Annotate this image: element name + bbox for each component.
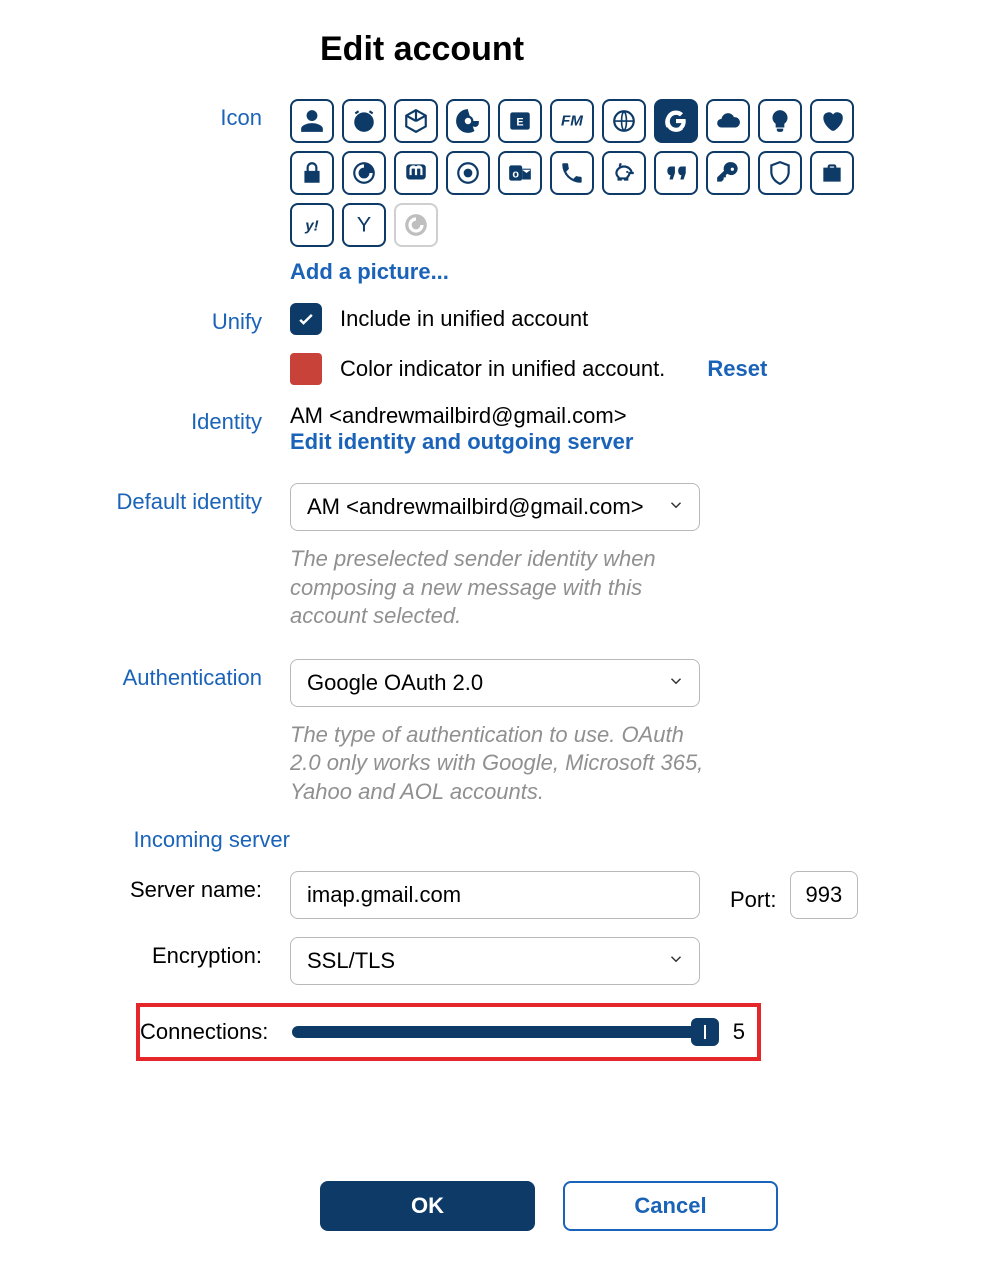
gamma-icon[interactable]: Y bbox=[342, 203, 386, 247]
color-indicator-label: Color indicator in unified account. bbox=[340, 356, 665, 382]
mastodon-icon[interactable] bbox=[394, 151, 438, 195]
color-indicator-swatch[interactable] bbox=[290, 353, 322, 385]
chevron-down-icon bbox=[667, 494, 685, 520]
connections-row-highlight: Connections: 5 bbox=[136, 1003, 761, 1061]
piggy-icon[interactable] bbox=[602, 151, 646, 195]
server-name-input[interactable] bbox=[290, 871, 700, 919]
svg-text:FM: FM bbox=[561, 112, 583, 129]
circle-icon[interactable] bbox=[394, 203, 438, 247]
edit-identity-link[interactable]: Edit identity and outgoing server bbox=[290, 429, 633, 454]
icon-grid: E FM o y! Y bbox=[290, 99, 870, 247]
globe-icon[interactable] bbox=[602, 99, 646, 143]
encryption-label: Encryption: bbox=[40, 937, 290, 969]
person-icon[interactable] bbox=[290, 99, 334, 143]
fastmail-icon[interactable]: FM bbox=[550, 99, 594, 143]
eye-icon[interactable] bbox=[446, 151, 490, 195]
svg-text:E: E bbox=[516, 116, 523, 128]
connections-label: Connections: bbox=[140, 1019, 292, 1045]
at-icon[interactable] bbox=[446, 99, 490, 143]
ok-button[interactable]: OK bbox=[320, 1181, 535, 1231]
reset-color-link[interactable]: Reset bbox=[707, 356, 767, 382]
connections-value: 5 bbox=[733, 1019, 745, 1045]
port-input[interactable] bbox=[790, 871, 858, 919]
cancel-button[interactable]: Cancel bbox=[563, 1181, 778, 1231]
add-picture-link[interactable]: Add a picture... bbox=[290, 259, 449, 284]
exchange-icon[interactable]: E bbox=[498, 99, 542, 143]
icon-label: Icon bbox=[40, 99, 290, 131]
default-identity-value: AM <andrewmailbird@gmail.com> bbox=[307, 494, 644, 519]
authentication-helper: The type of authentication to use. OAuth… bbox=[290, 721, 720, 807]
default-identity-select[interactable]: AM <andrewmailbird@gmail.com> bbox=[290, 483, 700, 531]
dialog-title: Edit account bbox=[320, 30, 956, 69]
default-identity-label: Default identity bbox=[40, 483, 290, 515]
encryption-value: SSL/TLS bbox=[307, 948, 395, 973]
default-identity-helper: The preselected sender identity when com… bbox=[290, 545, 720, 631]
spiral-icon[interactable] bbox=[342, 151, 386, 195]
yahoo-icon[interactable]: y! bbox=[290, 203, 334, 247]
authentication-value: Google OAuth 2.0 bbox=[307, 670, 483, 695]
google-icon[interactable] bbox=[654, 99, 698, 143]
lock-icon[interactable] bbox=[290, 151, 334, 195]
cube-icon[interactable] bbox=[394, 99, 438, 143]
unify-label: Unify bbox=[40, 303, 290, 335]
authentication-label: Authentication bbox=[40, 659, 290, 691]
include-unified-label: Include in unified account bbox=[340, 306, 588, 332]
phone-icon[interactable] bbox=[550, 151, 594, 195]
clock-icon[interactable] bbox=[342, 99, 386, 143]
port-label: Port: bbox=[730, 877, 776, 913]
outlook-icon[interactable]: o bbox=[498, 151, 542, 195]
shield-icon[interactable] bbox=[758, 151, 802, 195]
cloud-icon[interactable] bbox=[706, 99, 750, 143]
svg-text:o: o bbox=[512, 168, 519, 180]
chevron-down-icon bbox=[667, 948, 685, 974]
svg-text:y!: y! bbox=[304, 217, 318, 234]
quote-icon[interactable] bbox=[654, 151, 698, 195]
authentication-select[interactable]: Google OAuth 2.0 bbox=[290, 659, 700, 707]
briefcase-icon[interactable] bbox=[810, 151, 854, 195]
slider-thumb[interactable] bbox=[691, 1018, 719, 1046]
encryption-select[interactable]: SSL/TLS bbox=[290, 937, 700, 985]
key-icon[interactable] bbox=[706, 151, 750, 195]
include-unified-checkbox[interactable] bbox=[290, 303, 322, 335]
identity-label: Identity bbox=[40, 403, 290, 435]
server-name-label: Server name: bbox=[40, 871, 290, 903]
svg-text:Y: Y bbox=[357, 212, 371, 237]
identity-text: AM <andrewmailbird@gmail.com> bbox=[290, 403, 956, 429]
connections-slider[interactable] bbox=[292, 1026, 719, 1038]
bulb-icon[interactable] bbox=[758, 99, 802, 143]
heart-icon[interactable] bbox=[810, 99, 854, 143]
incoming-server-header: Incoming server bbox=[40, 827, 290, 853]
chevron-down-icon bbox=[667, 670, 685, 696]
